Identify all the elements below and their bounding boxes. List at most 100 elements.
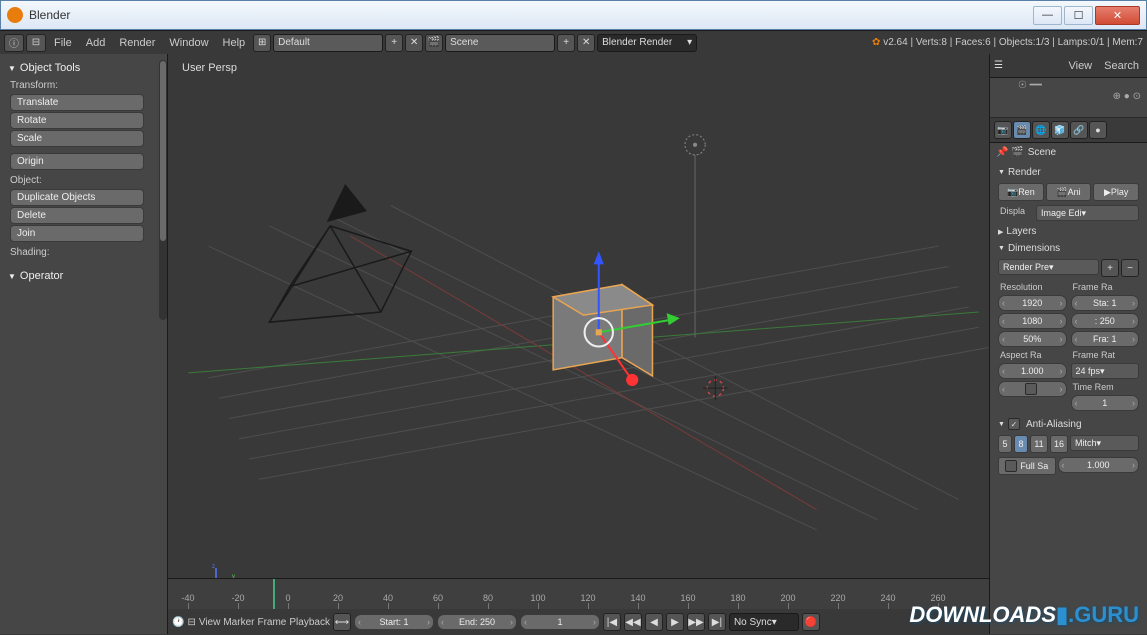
res-y-field[interactable]: 1080 — [998, 313, 1067, 329]
timeline-cursor[interactable] — [273, 579, 275, 609]
duplicate-button[interactable]: Duplicate Objects — [10, 189, 144, 206]
timeline-tick: 180 — [730, 593, 745, 603]
scale-button[interactable]: Scale — [10, 130, 144, 147]
render-play-button[interactable]: ▶Play — [1093, 183, 1139, 201]
aa-16-button[interactable]: 16 — [1050, 435, 1068, 453]
menu-file[interactable]: File — [48, 35, 78, 51]
outliner-view[interactable]: View — [1064, 58, 1096, 74]
tl-play-reverse-icon[interactable]: ◀ — [645, 613, 663, 631]
translate-button[interactable]: Translate — [10, 94, 144, 111]
aspect-label: Aspect Ra — [998, 349, 1067, 361]
menu-add[interactable]: Add — [80, 35, 112, 51]
tl-next-key-icon[interactable]: ▶▶ — [687, 613, 705, 631]
time-remap-field[interactable]: 1 — [1071, 395, 1140, 411]
render-anim-button[interactable]: 🎬Ani — [1046, 183, 1092, 201]
scene-selector[interactable]: Scene — [445, 34, 555, 52]
layout-browse-icon[interactable]: ⊞ — [253, 34, 271, 52]
preset-remove-button[interactable]: − — [1121, 259, 1139, 277]
full-sample-checkbox[interactable]: Full Sa — [998, 457, 1056, 475]
render-preset-selector[interactable]: Render Pre ▾ — [998, 259, 1099, 275]
timeline-tick: 160 — [680, 593, 695, 603]
blender-app-icon — [7, 7, 23, 23]
shading-section-label: Shading: — [4, 243, 163, 260]
ctx-scene-tab[interactable]: 🎬 — [1013, 121, 1031, 139]
scene-browse-icon[interactable]: 🎬 — [425, 34, 443, 52]
aspect-x-field[interactable]: 1.000 — [998, 363, 1067, 379]
frame-step-field[interactable]: Fra: 1 — [1071, 331, 1140, 347]
tl-end-field[interactable]: End: 250 — [437, 614, 517, 630]
tool-scrollbar[interactable] — [159, 60, 167, 320]
outliner-tree[interactable]: ☉ ━━ ⊕ ● ⊙ — [990, 78, 1147, 118]
tl-start-field[interactable]: Start: 1 — [354, 614, 434, 630]
frame-start-field[interactable]: Sta: 1 — [1071, 295, 1140, 311]
scene-add-button[interactable]: + — [557, 34, 575, 52]
dimensions-panel-header[interactable]: Dimensions — [994, 240, 1143, 257]
ctx-render-tab[interactable]: 📷 — [994, 121, 1012, 139]
tl-menu-playback[interactable]: Playback — [289, 617, 330, 628]
tl-current-field[interactable]: 1 — [520, 614, 600, 630]
aa-8-button[interactable]: 8 — [1014, 435, 1028, 453]
editor-type-icon[interactable]: ⓘ — [4, 34, 24, 52]
render-panel-header[interactable]: Render — [994, 164, 1143, 181]
tl-menu-marker[interactable]: Marker — [223, 617, 254, 628]
tl-sync-selector[interactable]: No Sync ▾ — [729, 613, 799, 631]
ctx-object-tab[interactable]: 🧊 — [1051, 121, 1069, 139]
menu-window[interactable]: Window — [163, 35, 214, 51]
origin-button[interactable]: Origin — [10, 153, 144, 170]
aa-panel-header[interactable]: ✓Anti-Aliasing — [994, 415, 1143, 433]
outliner-search[interactable]: Search — [1100, 58, 1143, 74]
timeline-ruler[interactable]: -40-200204060801001201401601802002202402… — [168, 579, 989, 609]
rotate-button[interactable]: Rotate — [10, 112, 144, 129]
tl-jump-start-icon[interactable]: |◀ — [603, 613, 621, 631]
ctx-material-tab[interactable]: ● — [1089, 121, 1107, 139]
ctx-world-tab[interactable]: 🌐 — [1032, 121, 1050, 139]
tl-menu-frame[interactable]: Frame — [257, 617, 286, 628]
timeline-tick: 120 — [580, 593, 595, 603]
tl-play-icon[interactable]: ▶ — [666, 613, 684, 631]
ctx-constraints-tab[interactable]: 🔗 — [1070, 121, 1088, 139]
layout-selector[interactable]: Default — [273, 34, 383, 52]
operator-panel-header[interactable]: Operator — [4, 268, 163, 284]
render-engine-selector[interactable]: Blender Render▾ — [597, 34, 697, 52]
aa-size-field[interactable]: 1.000 — [1058, 457, 1140, 473]
frame-end-field[interactable]: : 250 — [1071, 313, 1140, 329]
res-x-field[interactable]: 1920 — [998, 295, 1067, 311]
menu-help[interactable]: Help — [217, 35, 252, 51]
scene-delete-button[interactable]: ✕ — [577, 34, 595, 52]
window-title: Blender — [29, 8, 70, 22]
collapse-menus-icon[interactable]: ⊟ — [26, 34, 46, 52]
minimize-button[interactable]: — — [1033, 6, 1062, 25]
menu-render[interactable]: Render — [113, 35, 161, 51]
tl-prev-key-icon[interactable]: ◀◀ — [624, 613, 642, 631]
render-image-button[interactable]: 📷Ren — [998, 183, 1044, 201]
layout-add-button[interactable]: + — [385, 34, 403, 52]
aa-filter-selector[interactable]: Mitch ▾ — [1070, 435, 1139, 451]
autokey-icon[interactable]: 🔴 — [802, 613, 820, 631]
preset-add-button[interactable]: + — [1101, 259, 1119, 277]
viewport-persp-label: User Persp — [182, 62, 237, 74]
timeline-editor-icon[interactable]: 🕐 — [172, 617, 184, 628]
aa-11-button[interactable]: 11 — [1030, 435, 1048, 453]
lamp-object — [685, 135, 705, 338]
timeline-header: 🕐 ⊟ View Marker Frame Playback ⟷ Start: … — [168, 609, 989, 635]
display-selector[interactable]: Image Edi ▾ — [1036, 205, 1139, 221]
res-pct-field[interactable]: 50% — [998, 331, 1067, 347]
outliner-editor-icon[interactable]: ☰ — [994, 60, 1003, 71]
fps-selector[interactable]: 24 fps ▾ — [1071, 363, 1140, 379]
tl-jump-end-icon[interactable]: ▶| — [708, 613, 726, 631]
timeline-collapse-icon[interactable]: ⊟ — [187, 617, 195, 628]
timeline-tick: 20 — [333, 593, 343, 603]
layers-panel-header[interactable]: Layers — [994, 223, 1143, 240]
object-tools-header[interactable]: Object Tools — [4, 60, 163, 76]
delete-button[interactable]: Delete — [10, 207, 144, 224]
tl-range-icon[interactable]: ⟷ — [333, 613, 351, 631]
maximize-button[interactable]: ☐ — [1064, 6, 1093, 25]
layout-delete-button[interactable]: ✕ — [405, 34, 423, 52]
3d-viewport[interactable]: User Persp — [168, 54, 989, 634]
close-button[interactable]: ✕ — [1095, 6, 1140, 25]
tl-menu-view[interactable]: View — [199, 617, 221, 628]
aa-5-button[interactable]: 5 — [998, 435, 1012, 453]
border-checkbox[interactable] — [998, 381, 1067, 397]
join-button[interactable]: Join — [10, 225, 144, 242]
timeline-tick: 200 — [780, 593, 795, 603]
